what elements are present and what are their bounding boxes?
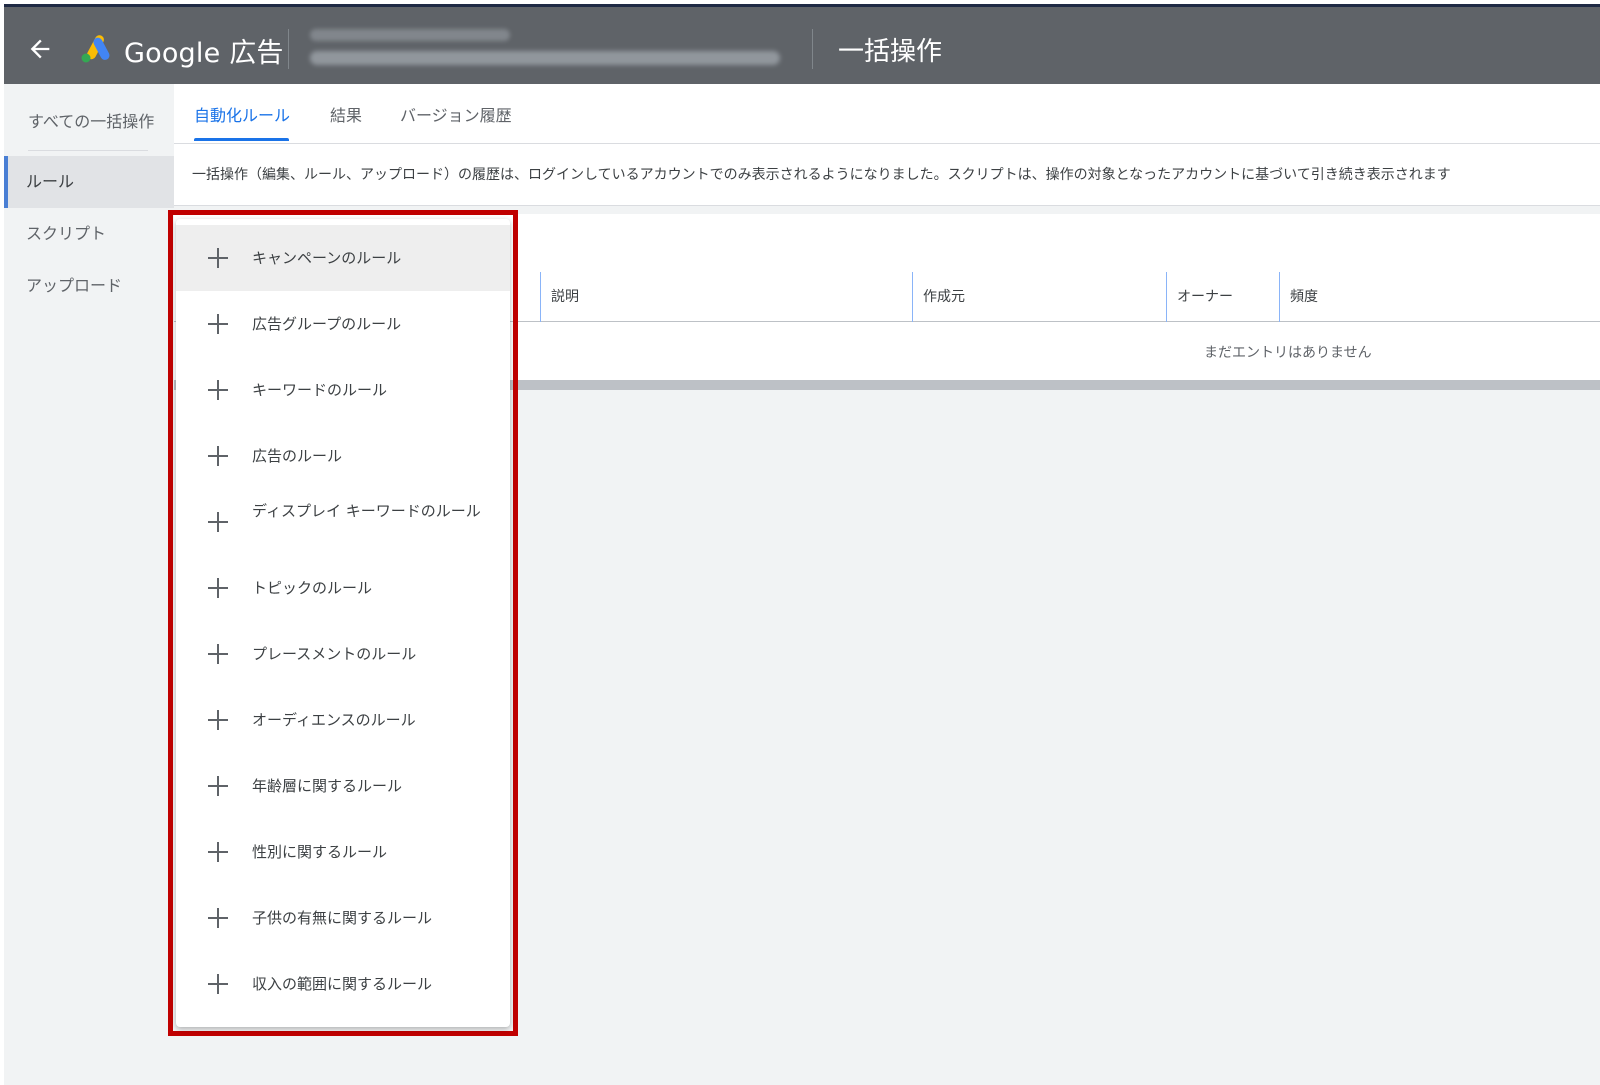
plus-icon [208, 380, 228, 400]
notice-banner: 一括操作（編集、ルール、アップロード）の履歴は、ログインしているアカウントでのみ… [174, 144, 1600, 206]
empty-state-text: まだエントリはありません [1204, 345, 1372, 361]
top-app-bar: Google 広告 一括操作 [4, 4, 1600, 84]
menu-item-campaign-rule[interactable]: キャンペーンのルール [176, 225, 510, 291]
menu-item-label: 収入の範囲に関するルール [252, 975, 433, 993]
tab-results[interactable]: 結果 [330, 102, 362, 126]
tab-bar: 自動化ルール 結果 バージョン履歴 [174, 84, 1600, 144]
nav-item-uploads[interactable]: アップロード [4, 260, 174, 312]
header-divider [288, 29, 289, 69]
account-detail-blurred [310, 51, 780, 65]
plus-icon [208, 314, 228, 334]
google-ads-logo [81, 35, 110, 63]
menu-item-label: ディスプレイ キーワードのルール [252, 502, 481, 520]
plus-icon [208, 446, 228, 466]
menu-item-placement-rule[interactable]: プレースメントのルール [176, 621, 510, 687]
column-header-created-by[interactable]: 作成元 [912, 272, 1166, 322]
plus-icon [208, 974, 228, 994]
menu-item-label: プレースメントのルール [252, 645, 417, 663]
product-name: Google 広告 [124, 38, 284, 69]
tab-version-history[interactable]: バージョン履歴 [400, 102, 512, 126]
menu-item-age-rule[interactable]: 年齢層に関するルール [176, 753, 510, 819]
header-divider [812, 29, 813, 69]
menu-item-topic-rule[interactable]: トピックのルール [176, 555, 510, 621]
menu-item-keyword-rule[interactable]: キーワードのルール [176, 357, 510, 423]
column-header-description[interactable]: 説明 [540, 272, 912, 322]
menu-item-display-keyword-rule[interactable]: ディスプレイ キーワードのルール [176, 489, 510, 555]
menu-item-label: キーワードのルール [252, 381, 388, 399]
left-nav: すべての一括操作 ルール スクリプト アップロード [4, 84, 174, 1085]
menu-item-label: 広告のルール [252, 447, 343, 465]
menu-item-gender-rule[interactable]: 性別に関するルール [176, 819, 510, 885]
menu-item-label: キャンペーンのルール [252, 249, 402, 267]
menu-item-ad-rule[interactable]: 広告のルール [176, 423, 510, 489]
plus-icon [208, 578, 228, 598]
menu-item-label: 広告グループのルール [252, 315, 402, 333]
nav-divider [28, 150, 148, 151]
plus-icon [208, 248, 228, 268]
menu-item-label: 性別に関するルール [252, 843, 388, 861]
plus-icon [208, 908, 228, 928]
plus-icon [208, 512, 228, 532]
plus-icon [208, 842, 228, 862]
menu-item-label: 子供の有無に関するルール [252, 909, 433, 927]
nav-item-rules[interactable]: ルール [4, 156, 174, 208]
column-header-owner[interactable]: オーナー [1166, 272, 1279, 322]
active-tab-indicator [194, 138, 289, 141]
menu-item-audience-rule[interactable]: オーディエンスのルール [176, 687, 510, 753]
plus-icon [208, 644, 228, 664]
rule-type-menu: キャンペーンのルール 広告グループのルール キーワードのルール 広告のルール デ… [176, 219, 510, 1027]
app-frame: Google 広告 一括操作 すべての一括操作 ルール スクリプト アップロード… [4, 4, 1600, 1085]
plus-icon [208, 710, 228, 730]
column-header-frequency[interactable]: 頻度 [1279, 272, 1600, 322]
menu-item-label: トピックのルール [252, 579, 373, 597]
tab-automated-rules[interactable]: 自動化ルール [194, 102, 290, 126]
all-bulk-actions-link[interactable]: すべての一括操作 [28, 108, 154, 132]
account-selector[interactable] [304, 25, 794, 75]
menu-item-household-income-rule[interactable]: 収入の範囲に関するルール [176, 951, 510, 1017]
menu-item-label: 年齢層に関するルール [252, 777, 403, 795]
page-title: 一括操作 [838, 37, 943, 67]
menu-item-ad-group-rule[interactable]: 広告グループのルール [176, 291, 510, 357]
arrow-back-icon[interactable] [26, 35, 54, 63]
account-name-blurred [310, 29, 510, 41]
notice-text: 一括操作（編集、ルール、アップロード）の履歴は、ログインしているアカウントでのみ… [192, 167, 1451, 183]
plus-icon [208, 776, 228, 796]
nav-item-scripts[interactable]: スクリプト [4, 208, 174, 260]
menu-item-label: オーディエンスのルール [252, 711, 416, 729]
menu-item-parental-status-rule[interactable]: 子供の有無に関するルール [176, 885, 510, 951]
